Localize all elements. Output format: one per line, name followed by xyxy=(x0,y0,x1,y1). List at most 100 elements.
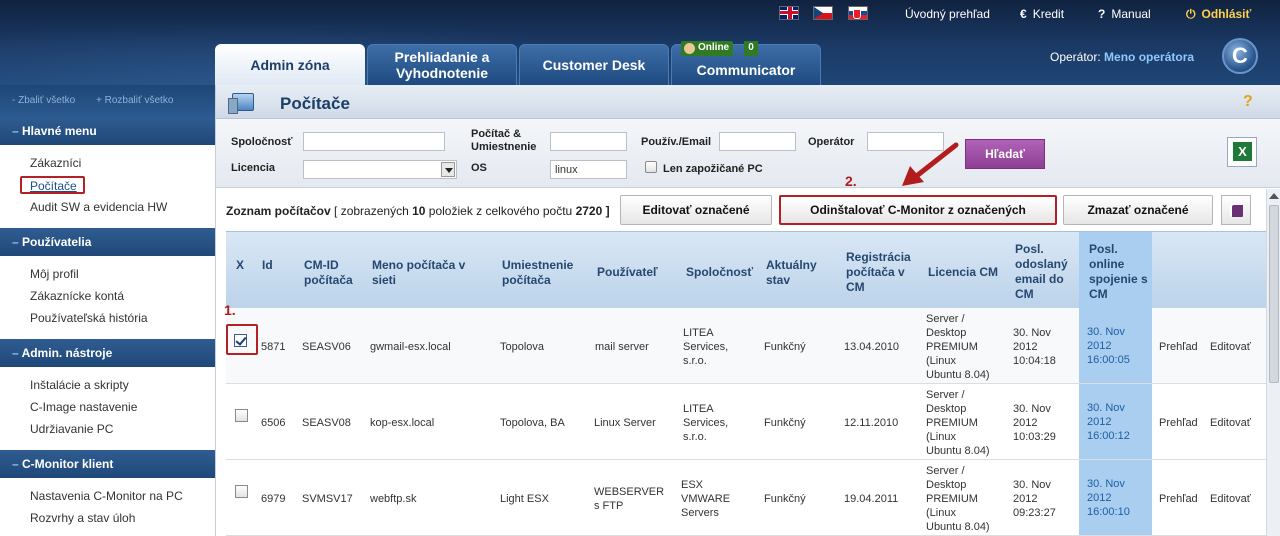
col-header-company[interactable]: Spoločnosť xyxy=(686,265,753,280)
sidebar-item-audit[interactable]: Audit SW a evidencia HW xyxy=(30,198,215,220)
sidebar-item-customer-accounts[interactable]: Zákaznícke kontá xyxy=(30,287,215,309)
row-view-link[interactable]: Prehľad xyxy=(1159,340,1198,354)
filter-panel: Spoločnosť Licencia Počítač & Umiestneni… xyxy=(216,119,1280,188)
cell-company: LITEA Services, s.r.o. xyxy=(683,403,729,443)
row-select-checkbox[interactable] xyxy=(234,334,247,347)
license-filter-select[interactable] xyxy=(303,160,457,179)
edit-selected-button[interactable]: Editovať označené xyxy=(620,195,772,225)
sk-flag-icon[interactable] xyxy=(848,6,868,20)
row-edit-link[interactable]: Editovať xyxy=(1210,416,1251,430)
page-header: Počítače ? xyxy=(216,85,1280,119)
save-icon[interactable] xyxy=(1221,195,1251,225)
online-status-badge: Online xyxy=(681,41,734,56)
power-icon: ⏻ xyxy=(1186,7,1196,21)
pc-location-filter-input[interactable] xyxy=(550,132,627,151)
sidebar-item-my-profile[interactable]: Môj profil xyxy=(30,265,215,287)
cell-location: Topolova xyxy=(500,341,545,353)
sidebar-section-admin-tools[interactable]: Admin. nástroje xyxy=(0,339,215,367)
sidebar-item-customers[interactable]: Zákazníci xyxy=(30,154,215,176)
sidebar-section-cmonitor-client[interactable]: C-Monitor klient xyxy=(0,450,215,478)
cell-last-online: 30. Nov 2012 16:00:10 xyxy=(1079,460,1152,535)
tab-review[interactable]: Prehliadanie a Vyhodnotenie xyxy=(367,44,517,85)
scrollbar-thumb[interactable] xyxy=(1269,205,1279,383)
user-email-filter-label: Použív./Email xyxy=(641,136,712,148)
row-select-checkbox[interactable] xyxy=(235,409,248,422)
cell-state: Funkčný xyxy=(764,417,806,429)
manual-link[interactable]: ? Manual xyxy=(1098,7,1151,21)
col-header-name[interactable]: Meno počítača v sieti xyxy=(372,258,482,288)
cell-name[interactable]: kop-esx.local xyxy=(370,416,434,430)
cz-flag-icon[interactable] xyxy=(813,6,833,20)
cell-last-email: 30. Nov 2012 09:23:27 xyxy=(1013,479,1056,519)
col-header-cmid[interactable]: CM-ID počítača xyxy=(304,258,364,288)
operator-label: Operátor: xyxy=(1050,50,1101,64)
c-monitor-logo: C xyxy=(1222,38,1258,74)
sidebar-toggle-bar: - Zbaliť všetko + Rozbaliť všetko xyxy=(0,85,215,117)
user-email-filter-input[interactable] xyxy=(719,132,796,151)
col-header-license[interactable]: Licencia CM xyxy=(928,265,998,280)
operator-filter-label: Operátor xyxy=(808,136,855,148)
col-header-registration[interactable]: Registrácia počítača v CM xyxy=(846,250,921,295)
cell-company: LITEA Services, s.r.o. xyxy=(683,327,729,367)
search-button[interactable]: Hľadať xyxy=(965,139,1045,169)
cell-cmid: SEASV08 xyxy=(302,417,351,429)
col-header-id[interactable]: Id xyxy=(262,258,273,273)
vertical-scrollbar[interactable] xyxy=(1266,189,1280,536)
cell-id: 6979 xyxy=(261,493,286,505)
delete-selected-button[interactable]: Zmazať označené xyxy=(1063,195,1213,225)
en-flag-icon[interactable] xyxy=(779,6,799,20)
sidebar-item-computers[interactable]: Počítače xyxy=(20,176,85,194)
excel-export-icon[interactable] xyxy=(1227,137,1257,167)
overview-link[interactable]: Úvodný prehľad xyxy=(905,7,990,21)
sidebar-section-users[interactable]: Používatelia xyxy=(0,228,215,256)
cell-state: Funkčný xyxy=(764,341,806,353)
company-filter-input[interactable] xyxy=(303,132,445,151)
os-filter-label: OS xyxy=(471,162,487,174)
tab-customer-desk[interactable]: Customer Desk xyxy=(519,44,669,85)
logout-label: Odhlásiť xyxy=(1201,7,1252,21)
sidebar-item-pc-maintenance[interactable]: Udržiavanie PC xyxy=(30,420,215,442)
sidebar-item-cimage-settings[interactable]: C-Image nastavenie xyxy=(30,398,215,420)
row-select-checkbox[interactable] xyxy=(235,485,248,498)
help-icon[interactable]: ? xyxy=(1243,93,1253,111)
cell-registration: 19.04.2011 xyxy=(844,493,899,505)
cell-name[interactable]: webftp.sk xyxy=(370,492,416,506)
online-count-badge: 0 xyxy=(744,41,758,56)
row-view-link[interactable]: Prehľad xyxy=(1159,416,1198,430)
cell-company: ESX VMWARE Servers xyxy=(681,479,731,519)
row-edit-link[interactable]: Editovať xyxy=(1210,492,1251,506)
license-filter-label: Licencia xyxy=(231,162,276,174)
online-label: Online xyxy=(698,42,730,53)
sidebar-item-installs-scripts[interactable]: Inštalácie a skripty xyxy=(30,376,215,398)
sidebar-item-user-history[interactable]: Používateľská história xyxy=(30,309,215,331)
os-filter-input[interactable] xyxy=(550,160,627,179)
scroll-up-icon[interactable] xyxy=(1269,193,1279,199)
table-row: 5871 SEASV06 gwmail-esx.local Topolova m… xyxy=(226,308,1266,384)
expand-all-link[interactable]: + Rozbaliť všetko xyxy=(96,95,173,106)
table-header: X Id CM-ID počítača Meno počítača v siet… xyxy=(226,231,1266,309)
logout-link[interactable]: ⏻ Odhlásiť xyxy=(1186,7,1251,22)
col-header-location[interactable]: Umiestnenie počítača xyxy=(502,258,592,288)
sidebar-section-main-menu[interactable]: Hlavné menu xyxy=(0,117,215,145)
col-header-last-online[interactable]: Posl. online spojenie s CM xyxy=(1079,232,1152,309)
question-icon: ? xyxy=(1098,7,1106,21)
credit-link[interactable]: € Kredit xyxy=(1020,7,1064,21)
col-header-user[interactable]: Používateľ xyxy=(597,265,658,280)
annotation-step-2: 2. xyxy=(845,173,857,189)
sidebar-item-schedules[interactable]: Rozvrhy a stav úloh xyxy=(30,509,215,531)
cell-id: 6506 xyxy=(261,417,286,429)
cell-name[interactable]: gwmail-esx.local xyxy=(370,340,451,354)
cell-user: Linux Server xyxy=(594,417,656,429)
sidebar-item-cmonitor-settings[interactable]: Nastavenia C-Monitor na PC xyxy=(30,487,215,509)
tab-admin-zone[interactable]: Admin zóna xyxy=(215,44,365,85)
uninstall-cmonitor-button[interactable]: Odinštalovať C-Monitor z označených xyxy=(779,195,1057,225)
collapse-all-link[interactable]: - Zbaliť všetko xyxy=(12,95,75,106)
page-title: Počítače xyxy=(280,94,350,113)
col-header-last-email[interactable]: Posl. odoslaný email do CM xyxy=(1015,242,1075,302)
borrowed-pc-checkbox[interactable] xyxy=(645,161,657,173)
company-filter-label: Spoločnosť xyxy=(231,136,293,148)
row-edit-link[interactable]: Editovať xyxy=(1210,340,1251,354)
pc-location-filter-label: Počítač & Umiestnenie xyxy=(471,128,537,153)
col-header-state[interactable]: Aktuálny stav xyxy=(766,258,826,288)
row-view-link[interactable]: Prehľad xyxy=(1159,492,1198,506)
